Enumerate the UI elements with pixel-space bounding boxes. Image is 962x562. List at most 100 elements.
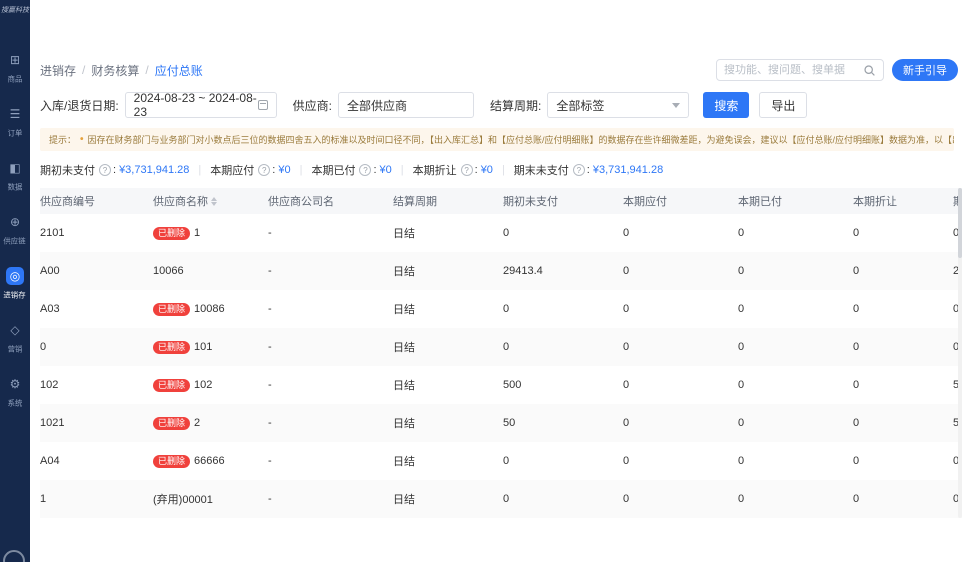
notice-text: 因存在财务部门与业务部门对小数点后三位的数据四舍五入的标准以及时间口径不同，【出… (88, 133, 954, 146)
cell-paid: 0 (738, 379, 853, 391)
cell-period: 日结 (393, 491, 503, 507)
sidebar-item-label: 订单 (8, 127, 23, 138)
help-icon[interactable]: ? (359, 164, 371, 176)
guide-button[interactable]: 新手引导 (892, 59, 958, 81)
help-float-icon[interactable] (3, 550, 25, 562)
supplier-name-text: 101 (194, 341, 212, 353)
cell-discount: 0 (853, 417, 953, 429)
cell-opening: 0 (503, 493, 623, 505)
supplier-input-wrap (338, 92, 474, 118)
cell-supplier-name: (弃用)00001 (153, 491, 268, 507)
summary-colon: : (373, 164, 376, 176)
search-icon (863, 64, 876, 77)
cell-supplier-code: 0 (40, 341, 153, 353)
notice-prefix: 提示： (49, 133, 76, 146)
breadcrumb-item[interactable]: 进销存 (40, 62, 76, 79)
cell-company: - (268, 455, 393, 467)
sidebar-item-data[interactable]: ◧数据 (6, 159, 24, 193)
export-button[interactable]: 导出 (759, 92, 807, 118)
supply-chain-icon: ⊕ (6, 213, 24, 231)
table-row[interactable]: 1021已删除2-日结5000050 (40, 404, 962, 442)
summary-item: 本期应付?:¥0 (210, 162, 290, 178)
sidebar-item-supply-chain[interactable]: ⊕供应链 (1, 213, 28, 247)
global-search-input[interactable] (724, 64, 863, 76)
sort-icon[interactable] (211, 197, 217, 206)
table-scrollbar[interactable] (958, 188, 962, 518)
cell-payable: 0 (623, 493, 738, 505)
goods-icon: ⊞ (6, 51, 24, 69)
search-button[interactable]: 搜索 (703, 92, 749, 118)
cell-supplier-name: 已删除1 (153, 227, 268, 240)
sidebar-item-system[interactable]: ⚙系统 (6, 375, 24, 409)
summary-item: 期末未支付?:¥3,731,941.28 (514, 162, 663, 178)
summary-value: ¥0 (380, 164, 392, 176)
help-icon[interactable]: ? (99, 164, 111, 176)
topbar-right: 新手引导 (716, 59, 958, 81)
deleted-badge: 已删除 (153, 455, 190, 468)
table-header: 供应商编号供应商名称供应商公司名结算周期期初未支付本期应付本期已付本期折让期末未… (40, 188, 962, 214)
table-row[interactable]: 102已删除102-日结500000500 (40, 366, 962, 404)
global-search[interactable] (716, 59, 884, 81)
sidebar-item-goods[interactable]: ⊞商品 (6, 51, 24, 85)
table-row[interactable]: A04已删除66666-日结00000 (40, 442, 962, 480)
data-icon: ◧ (6, 159, 24, 177)
cell-supplier-code: A03 (40, 303, 153, 315)
supplier-input[interactable] (347, 98, 465, 112)
cell-company: - (268, 227, 393, 239)
help-icon[interactable]: ? (573, 164, 585, 176)
sidebar-item-inventory[interactable]: ◎进销存 (1, 267, 28, 301)
period-select[interactable]: 全部标签 (547, 92, 689, 118)
cell-opening: 29413.4 (503, 265, 623, 277)
sort-down-arrow (211, 202, 217, 206)
breadcrumb-item[interactable]: 应付总账 (155, 62, 203, 79)
date-range-value: 2024-08-23 ~ 2024-08-23 (134, 91, 258, 119)
cell-supplier-name: 10066 (153, 265, 268, 277)
cell-supplier-name: 已删除102 (153, 379, 268, 392)
scrollbar-thumb[interactable] (958, 188, 962, 258)
column-header-label: 结算周期 (393, 193, 437, 209)
cell-opening: 0 (503, 341, 623, 353)
inventory-icon: ◎ (6, 267, 24, 285)
summary-value: ¥0 (278, 164, 290, 176)
deleted-badge: 已删除 (153, 379, 190, 392)
column-header: 供应商公司名 (268, 193, 393, 209)
notice-bar: 提示： • 因存在财务部门与业务部门对小数点后三位的数据四舍五入的标准以及时间口… (40, 128, 954, 151)
summary-item: 本期折让?:¥0 (413, 162, 493, 178)
breadcrumb-item[interactable]: 财务核算 (91, 62, 139, 79)
table-row[interactable]: 0已删除101-日结00000 (40, 328, 962, 366)
cell-discount: 0 (853, 227, 953, 239)
period-label: 结算周期: (490, 97, 541, 114)
cell-payable: 0 (623, 341, 738, 353)
summary-bar: 期初未支付?:¥3,731,941.28|本期应付?:¥0|本期已付?:¥0|本… (40, 162, 962, 178)
cell-payable: 0 (623, 303, 738, 315)
cell-paid: 0 (738, 227, 853, 239)
cell-paid: 0 (738, 341, 853, 353)
sidebar-item-label: 系统 (8, 397, 23, 408)
sidebar-item-marketing[interactable]: ◇营销 (6, 321, 24, 355)
marketing-icon: ◇ (6, 321, 24, 339)
help-icon[interactable]: ? (258, 164, 270, 176)
summary-divider: | (198, 164, 201, 176)
calendar-icon (258, 100, 268, 110)
cell-paid: 0 (738, 455, 853, 467)
sidebar-item-orders[interactable]: ☰订单 (6, 105, 24, 139)
notice-bullet-icon: • (80, 134, 84, 145)
summary-colon: : (113, 164, 116, 176)
date-range-input[interactable]: 2024-08-23 ~ 2024-08-23 (125, 92, 277, 118)
cell-paid: 0 (738, 417, 853, 429)
cell-discount: 0 (853, 455, 953, 467)
cell-company: - (268, 379, 393, 391)
summary-label: 本期折让 (413, 162, 457, 178)
table-row[interactable]: A03已删除10086-日结00000 (40, 290, 962, 328)
cell-company: - (268, 493, 393, 505)
supplier-name-text: 10086 (194, 303, 225, 315)
column-header-label: 本期折让 (853, 193, 897, 209)
table-row[interactable]: 1(弃用)00001-日结00000 (40, 480, 962, 518)
cell-company: - (268, 265, 393, 277)
table-row[interactable]: A0010066-日结29413.400029413.4 (40, 252, 962, 290)
supplier-name-text: 1 (194, 227, 200, 239)
table-row[interactable]: 2101已删除1-日结00000 (40, 214, 962, 252)
sort-up-arrow (211, 197, 217, 201)
cell-paid: 0 (738, 493, 853, 505)
help-icon[interactable]: ? (461, 164, 473, 176)
